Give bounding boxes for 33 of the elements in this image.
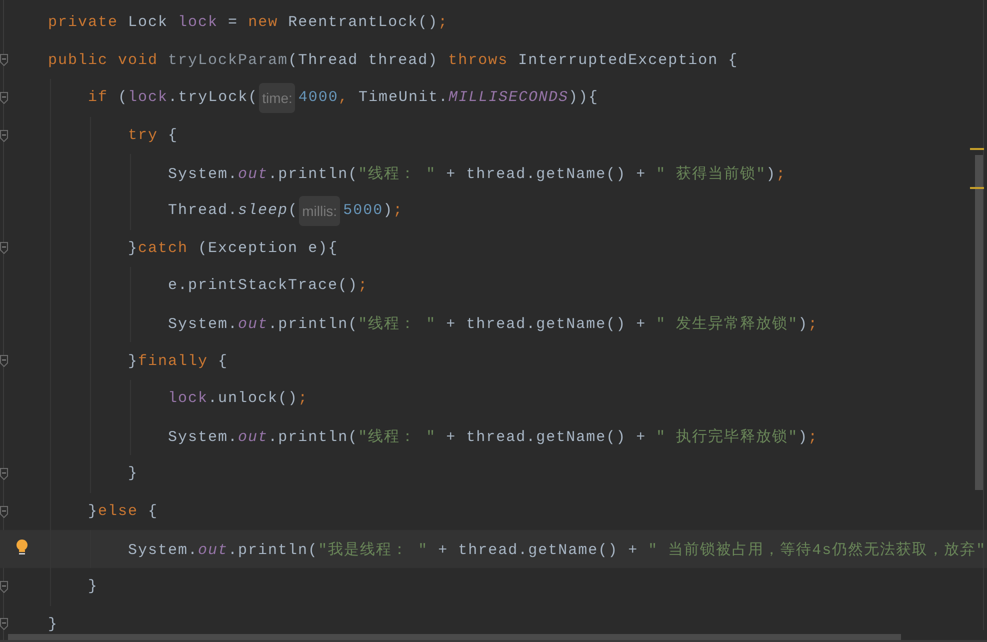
fold-icon[interactable] <box>0 468 8 480</box>
fold-icon[interactable] <box>0 355 8 368</box>
lightbulb-icon[interactable] <box>16 539 28 556</box>
parameter-hint: time: <box>259 82 296 113</box>
code-text: } <box>128 465 138 482</box>
fold-icon[interactable] <box>0 242 8 254</box>
fold-icon[interactable] <box>0 54 8 66</box>
code-text: }finally { <box>128 352 228 370</box>
parameter-hint: millis: <box>299 196 340 226</box>
code-text: System.out.println("我是线程： " + thread.getName() + " 当前锁被占用，等待4s仍然无法获取，放弃" <box>128 540 986 559</box>
fold-icon[interactable] <box>0 506 8 518</box>
code-text: public void tryLockParam(Thread thread) throws InterruptedException { <box>48 52 738 69</box>
scrollbar-thumb[interactable] <box>8 634 901 640</box>
code-text: } <box>48 616 58 633</box>
code-text: e.printStackTrace(); <box>168 277 368 294</box>
code-text: if (lock.tryLock( <box>88 89 258 106</box>
scrollbar-thumb[interactable] <box>975 155 983 490</box>
code-text: try { <box>128 127 178 144</box>
code-text: Thread.sleep( <box>168 202 298 220</box>
code-text: lock.unlock(); <box>168 390 308 408</box>
code-text: } <box>88 578 98 596</box>
fold-icon[interactable] <box>0 92 8 104</box>
code-text: System.out.println("线程： " + thread.getName() + " 获得当前锁"); <box>168 164 786 183</box>
fold-icon[interactable] <box>0 130 8 142</box>
code-text: System.out.println("线程： " + thread.getName() + " 执行完毕释放锁"); <box>168 427 818 446</box>
code-text: System.out.println("线程： " + thread.getName() + " 发生异常释放锁"); <box>168 314 818 334</box>
fold-icon[interactable] <box>0 618 8 630</box>
code-text: }else { <box>88 503 158 520</box>
code-text: private Lock lock = new ReentrantLock(); <box>48 14 448 32</box>
code-text: }catch (Exception e){ <box>128 240 338 257</box>
fold-icon[interactable] <box>0 580 8 593</box>
code-text: 5000); <box>343 202 404 220</box>
code-text: 4000, TimeUnit.MILLISECONDS)){ <box>298 89 599 106</box>
